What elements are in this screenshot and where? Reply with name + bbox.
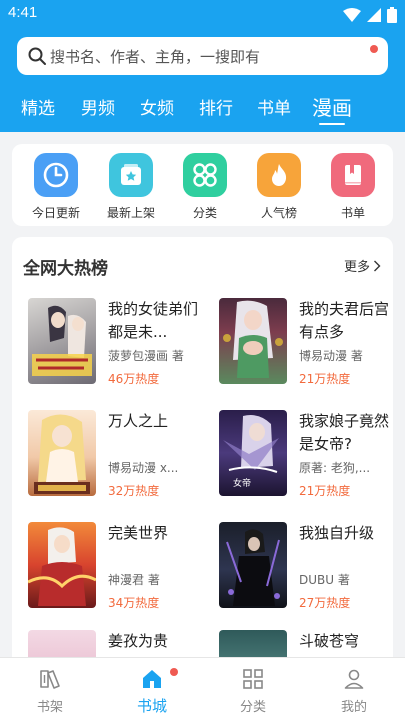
new-shelf-star-icon xyxy=(109,153,153,197)
shortcut-label: 分类 xyxy=(192,206,217,220)
book-title: 我的女徒弟们都是未... xyxy=(108,300,199,341)
status-icons xyxy=(343,6,397,24)
book-title: 姜孜为贵 xyxy=(108,632,169,650)
book-author: 博易动漫 著 xyxy=(299,349,363,363)
shortcut-new-arrivals[interactable]: 最新上架 xyxy=(101,153,161,223)
shortcut-popular[interactable]: 人气榜 xyxy=(249,153,309,223)
shortcut-booklist[interactable]: 书单 xyxy=(323,153,383,223)
tab-male[interactable]: 男频 xyxy=(81,94,115,119)
category-icon xyxy=(243,669,263,689)
ranking-title: 全网大热榜 xyxy=(23,259,108,279)
book-heat: 27万热度 xyxy=(299,596,351,610)
shortcut-today-update[interactable]: 今日更新 xyxy=(26,153,86,223)
book-heat: 46万热度 xyxy=(108,372,160,386)
chevron-right-icon xyxy=(374,260,381,271)
booklist-icon xyxy=(331,153,375,197)
active-tab-indicator xyxy=(319,123,345,125)
book-cover xyxy=(28,298,96,384)
book-title: 我的夫君后宫有点多 xyxy=(299,300,390,341)
signal-icon xyxy=(367,8,381,22)
book-item[interactable]: 女帝 我家娘子竟然是女帝? 原著: 老狗,... 21万热度 xyxy=(219,410,393,500)
more-label: 更多 xyxy=(343,260,370,275)
profile-icon xyxy=(344,669,364,689)
category-grid-icon xyxy=(183,153,227,197)
search-bar[interactable]: 搜书名、作者、主角，一搜即有 xyxy=(17,37,388,75)
book-heat: 32万热度 xyxy=(108,484,160,498)
book-title: 斗破苍穹 xyxy=(299,632,360,650)
shortcut-categories[interactable]: 分类 xyxy=(175,153,235,223)
nav-label: 书架 xyxy=(36,700,63,715)
book-title: 我家娘子竟然是女帝? xyxy=(299,412,390,453)
category-shortcuts: 今日更新 最新上架 分类 人气榜 书单 xyxy=(12,144,393,226)
nav-bookshelf[interactable]: 书架 xyxy=(10,658,90,720)
flame-icon xyxy=(257,153,301,197)
shortcut-label: 书单 xyxy=(340,206,365,220)
book-cover xyxy=(28,522,96,608)
shortcut-label: 人气榜 xyxy=(260,206,297,220)
book-author: 菠萝包漫画 著 xyxy=(108,349,184,363)
nav-label: 书城 xyxy=(136,697,167,715)
tab-comics[interactable]: 漫画 xyxy=(312,92,352,121)
channel-tabs: 精选 男频 女频 排行 书单 漫画 xyxy=(0,92,405,130)
search-icon xyxy=(28,47,46,65)
book-item[interactable]: 我的女徒弟们都是未... 菠萝包漫画 著 46万热度 xyxy=(28,298,208,388)
book-item[interactable]: 我独自升级 DUBU 著 27万热度 xyxy=(219,522,393,612)
clock-icon xyxy=(34,153,78,197)
nav-profile[interactable]: 我的 xyxy=(314,658,394,720)
nav-label: 分类 xyxy=(239,700,266,715)
book-author: 博易动漫 x... xyxy=(108,461,179,475)
book-item[interactable]: 我的夫君后宫有点多 博易动漫 著 21万热度 xyxy=(219,298,393,388)
status-time: 4:41 xyxy=(8,4,38,21)
bookshelf-icon xyxy=(40,670,60,689)
book-heat: 34万热度 xyxy=(108,596,160,610)
book-cover xyxy=(28,410,96,496)
book-author: 原著: 老狗,... xyxy=(299,461,371,475)
book-title: 我独自升级 xyxy=(299,524,375,542)
tab-booklist[interactable]: 书单 xyxy=(257,94,291,119)
nav-notification-dot xyxy=(170,668,178,676)
wifi-icon xyxy=(343,8,361,22)
bookstore-home-icon xyxy=(143,670,161,688)
status-bar: 4:41 xyxy=(0,0,405,30)
hot-ranking-card: 全网大热榜 更多 我的女徒弟们都是未... 菠萝包漫画 著 46万热度 我的夫君… xyxy=(12,237,393,677)
book-heat: 21万热度 xyxy=(299,484,351,498)
search-notification-dot xyxy=(370,45,378,53)
top-header: 4:41 搜书名、作者、主角，一搜即有 精选 男频 女频 排行 书单 漫画 xyxy=(0,0,405,132)
bottom-navigation: 书架 书城 分类 我的 xyxy=(0,657,405,720)
svg-text:女帝: 女帝 xyxy=(233,477,251,489)
more-button[interactable]: 更多 xyxy=(344,256,381,275)
nav-label: 我的 xyxy=(340,700,367,715)
search-input[interactable]: 搜书名、作者、主角，一搜即有 xyxy=(50,46,260,67)
battery-icon xyxy=(387,7,397,23)
tab-ranking[interactable]: 排行 xyxy=(199,94,233,119)
shortcut-label: 今日更新 xyxy=(31,206,80,220)
nav-category[interactable]: 分类 xyxy=(213,658,293,720)
book-item[interactable]: 完美世界 神漫君 著 34万热度 xyxy=(28,522,208,612)
book-cover: 女帝 xyxy=(219,410,287,496)
book-author: 神漫君 著 xyxy=(108,573,160,587)
book-heat: 21万热度 xyxy=(299,372,351,386)
tab-female[interactable]: 女频 xyxy=(140,94,174,119)
book-title: 万人之上 xyxy=(108,412,169,430)
book-item[interactable]: 万人之上 博易动漫 x... 32万热度 xyxy=(28,410,208,500)
shortcut-label: 最新上架 xyxy=(106,206,155,220)
nav-bookstore[interactable]: 书城 xyxy=(112,658,192,720)
book-cover xyxy=(219,298,287,384)
book-cover xyxy=(219,522,287,608)
book-title: 完美世界 xyxy=(108,524,169,542)
book-author: DUBU 著 xyxy=(299,573,350,587)
tab-featured[interactable]: 精选 xyxy=(21,94,55,119)
